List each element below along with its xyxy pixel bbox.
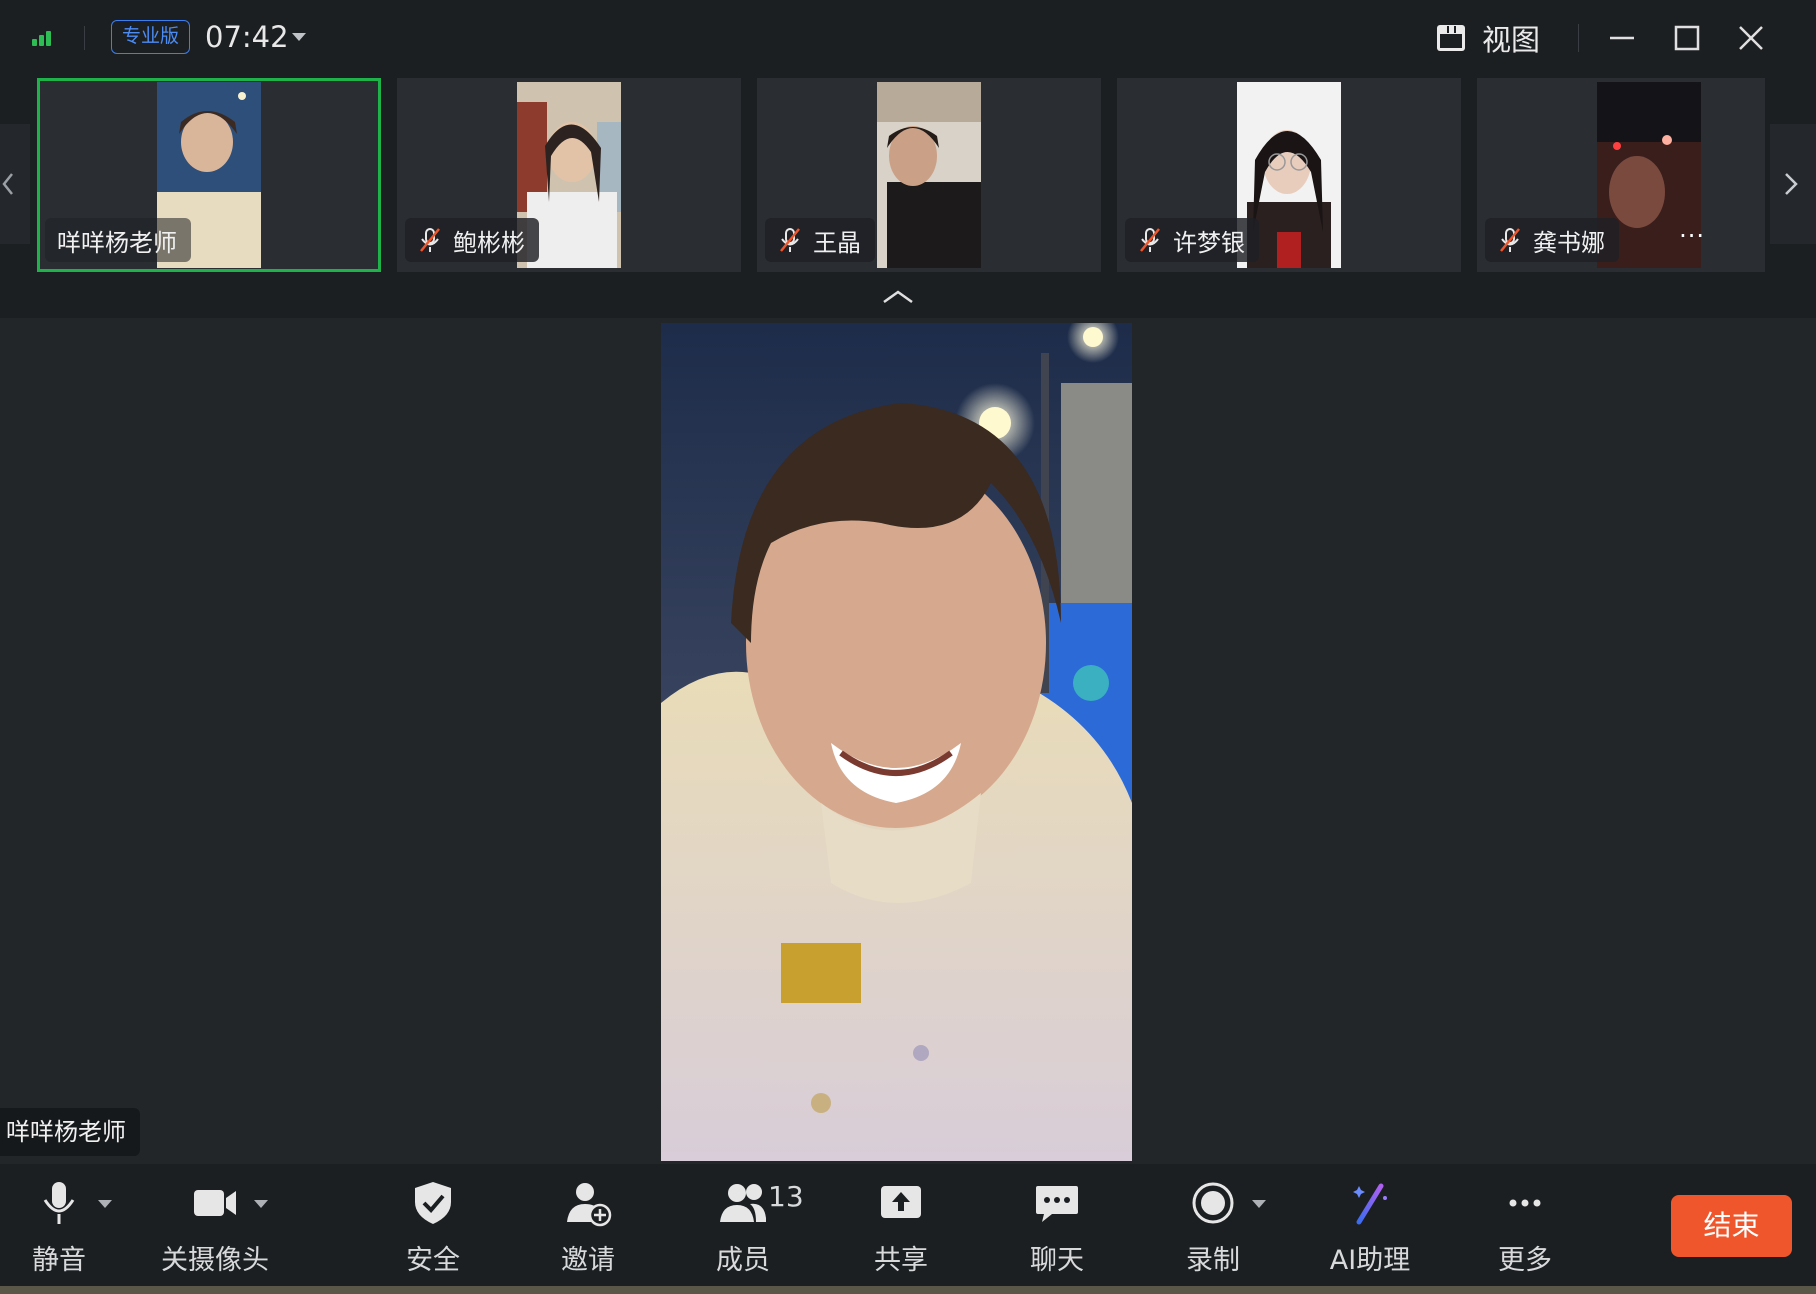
more-dots-icon xyxy=(1509,1199,1541,1207)
meeting-timer[interactable]: 07:42 xyxy=(205,18,289,56)
security-button[interactable]: 安全 xyxy=(402,1178,464,1278)
title-bar: 专业版 07:42 视图 xyxy=(0,0,1816,74)
participant-namebar: 龚书娜 xyxy=(1485,218,1619,262)
mute-button[interactable]: 静音 xyxy=(28,1178,90,1278)
strip-prev-button[interactable] xyxy=(0,124,30,244)
record-icon xyxy=(1192,1182,1234,1224)
camera-label: 关摄像头 xyxy=(161,1245,269,1276)
participant-tile-4[interactable]: 龚书娜 ··· xyxy=(1477,78,1765,272)
main-stage: 咩咩杨老师 xyxy=(0,318,1816,1164)
chevron-right-icon xyxy=(1785,173,1798,195)
chevron-down-icon[interactable] xyxy=(292,33,306,41)
record-options-caret[interactable] xyxy=(1252,1200,1266,1208)
security-label: 安全 xyxy=(406,1245,460,1276)
add-user-icon xyxy=(567,1183,612,1227)
minimize-icon[interactable] xyxy=(1602,18,1642,58)
maximize-icon[interactable] xyxy=(1667,18,1707,58)
mic-muted-icon xyxy=(420,228,440,252)
participant-namebar: 许梦银 xyxy=(1125,218,1259,262)
participant-tile-0[interactable]: 咩咩杨老师 xyxy=(37,78,381,272)
close-icon[interactable] xyxy=(1731,18,1771,58)
video-camera-icon xyxy=(194,1190,236,1216)
signal-strength-icon[interactable] xyxy=(32,28,56,46)
mic-muted-icon xyxy=(780,228,800,252)
record-button[interactable]: 录制 xyxy=(1182,1178,1244,1278)
participant-name: 许梦银 xyxy=(1173,228,1245,257)
more-button[interactable]: 更多 xyxy=(1494,1178,1556,1278)
divider xyxy=(84,26,85,50)
magic-wand-icon xyxy=(1353,1183,1387,1225)
view-label: 视图 xyxy=(1482,23,1541,57)
members-count: 13 xyxy=(768,1180,804,1213)
participant-tile-3[interactable]: 许梦银 xyxy=(1117,78,1461,272)
chevron-up-icon[interactable] xyxy=(880,286,916,310)
more-label: 更多 xyxy=(1498,1245,1552,1276)
main-speaker-label: 咩咩杨老师 xyxy=(0,1108,140,1156)
camera-button[interactable]: 关摄像头 xyxy=(158,1178,272,1278)
participant-name: 龚书娜 xyxy=(1533,228,1605,257)
grid-view-icon xyxy=(1437,25,1465,51)
participant-namebar: 咩咩杨老师 xyxy=(45,218,191,262)
participant-name: 咩咩杨老师 xyxy=(57,228,177,257)
divider xyxy=(1578,24,1579,52)
mute-label: 静音 xyxy=(32,1245,86,1276)
camera-options-caret[interactable] xyxy=(254,1200,268,1208)
chat-label: 聊天 xyxy=(1030,1245,1084,1276)
participant-video xyxy=(877,82,981,268)
members-button[interactable]: 成员 xyxy=(712,1178,774,1278)
invite-label: 邀请 xyxy=(561,1245,615,1276)
members-icon xyxy=(720,1184,766,1222)
participant-name: 王晶 xyxy=(813,228,861,257)
microphone-icon xyxy=(43,1182,75,1224)
participant-namebar: 王晶 xyxy=(765,218,875,262)
mic-muted-icon xyxy=(1500,228,1520,252)
view-button[interactable]: 视图 xyxy=(1436,18,1540,58)
shield-icon xyxy=(415,1182,451,1224)
mic-muted-icon xyxy=(1140,228,1160,252)
main-speaker-video xyxy=(661,323,1132,1161)
ai-assistant-label: AI助理 xyxy=(1329,1245,1411,1276)
share-screen-icon xyxy=(881,1186,921,1218)
invite-button[interactable]: 邀请 xyxy=(557,1178,619,1278)
share-label: 共享 xyxy=(874,1245,928,1276)
participant-tile-2[interactable]: 王晶 xyxy=(757,78,1101,272)
chat-button[interactable]: 聊天 xyxy=(1026,1178,1088,1278)
end-meeting-button[interactable]: 结束 xyxy=(1671,1195,1792,1257)
participant-tile-1[interactable]: 鲍彬彬 xyxy=(397,78,741,272)
participant-name: 鲍彬彬 xyxy=(453,228,525,257)
chat-icon xyxy=(1036,1186,1078,1222)
mute-options-caret[interactable] xyxy=(98,1200,112,1208)
record-label: 录制 xyxy=(1186,1245,1240,1276)
participant-strip: 咩咩杨老师 鲍彬彬 王晶 许梦银 龚书娜 ··· xyxy=(0,74,1816,318)
chevron-left-icon xyxy=(2,173,13,195)
ai-assistant-button[interactable]: AI助理 xyxy=(1326,1178,1414,1278)
share-button[interactable]: 共享 xyxy=(870,1178,932,1278)
plan-badge[interactable]: 专业版 xyxy=(111,20,191,54)
strip-next-button[interactable] xyxy=(1770,124,1816,244)
members-label: 成员 xyxy=(716,1245,770,1276)
desktop-edge xyxy=(0,1286,1816,1294)
participant-namebar: 鲍彬彬 xyxy=(405,218,539,262)
tile-more-button[interactable]: ··· xyxy=(1679,222,1705,250)
meeting-toolbar: 静音 关摄像头 安全 邀请 成员 13 共享 聊天 录制 AI助理 更多 结束 xyxy=(0,1164,1816,1286)
